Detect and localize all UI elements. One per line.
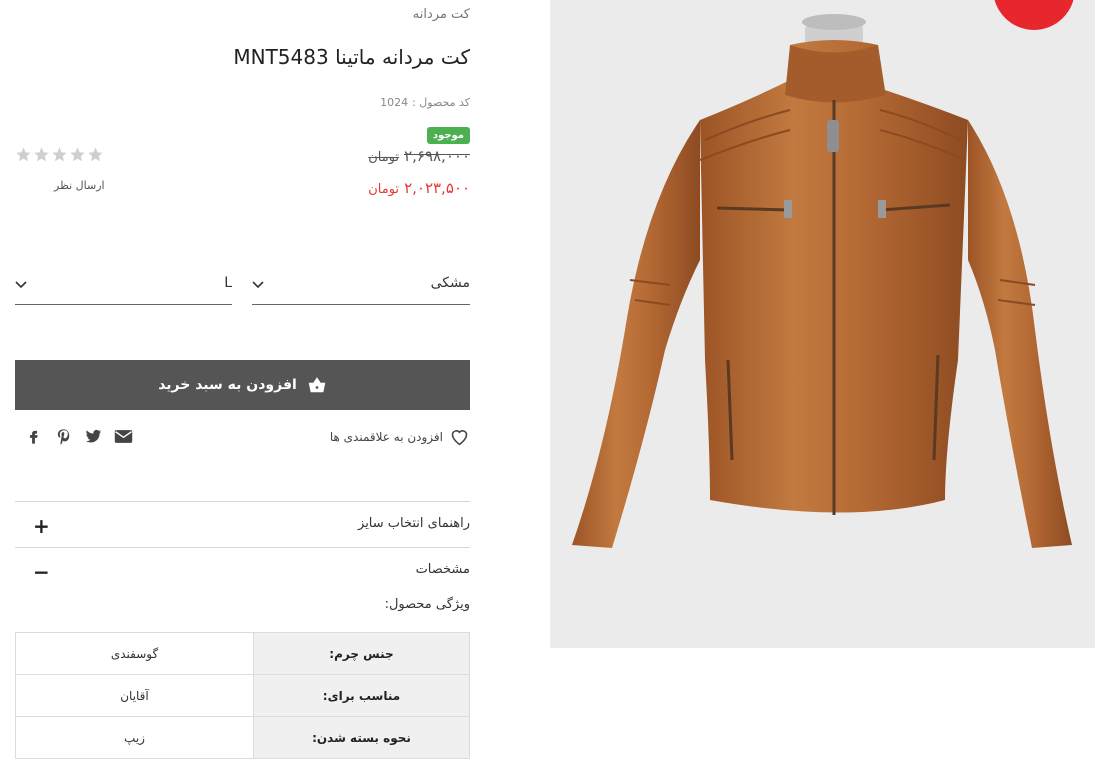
old-price: ۲,۶۹۸,۰۰۰ تومان xyxy=(368,147,470,165)
table-row: مناسب برای: آقایان xyxy=(15,674,470,717)
product-image[interactable] xyxy=(550,0,1095,648)
mail-icon[interactable] xyxy=(114,428,133,445)
size-guide-accordion[interactable]: راهنمای انتخاب سایز + xyxy=(15,501,470,547)
color-select-value: مشکی xyxy=(430,275,470,291)
chevron-down-icon xyxy=(15,281,27,289)
old-price-amount: ۲,۶۹۸,۰۰۰ xyxy=(404,147,470,165)
sku-value: 1024 xyxy=(380,96,409,109)
star-icon[interactable] xyxy=(15,146,32,163)
color-select[interactable]: مشکی xyxy=(252,268,470,305)
star-icon[interactable] xyxy=(69,146,86,163)
add-to-cart-label: افزودن به سبد خرید xyxy=(158,377,297,393)
sku-label: کد محصول : xyxy=(412,96,470,109)
share-icons xyxy=(24,428,133,445)
product-info: کت مردانه کت مردانه ماتینا MNT5483 کد مح… xyxy=(15,0,470,768)
wishlist-label: افزودن به علاقمندی ها xyxy=(329,429,443,444)
feature-key: جنس چرم: xyxy=(253,632,470,675)
new-price-amount: ۲,۰۲۳,۵۰۰ xyxy=(404,179,470,197)
add-to-cart-button[interactable]: افزودن به سبد خرید xyxy=(15,360,470,410)
features-table: جنس چرم: گوسفندی مناسب برای: آقایان نحوه… xyxy=(15,632,470,759)
rating-stars[interactable] xyxy=(15,146,104,163)
size-guide-label: راهنمای انتخاب سایز xyxy=(358,516,470,531)
submit-review-link[interactable]: ارسال نظر xyxy=(54,179,105,192)
minus-icon: − xyxy=(33,560,50,584)
feature-value: گوسفندی xyxy=(15,632,254,675)
facebook-icon[interactable] xyxy=(24,428,43,445)
specs-accordion[interactable]: مشخصات − xyxy=(15,547,470,593)
size-select-value: L xyxy=(224,275,232,291)
basket-icon xyxy=(308,377,326,393)
product-sku: کد محصول :1024 xyxy=(376,96,470,109)
category-link[interactable]: کت مردانه xyxy=(413,7,470,22)
old-price-currency: تومان xyxy=(368,150,400,165)
size-select[interactable]: L xyxy=(15,268,232,305)
new-price: ۲,۰۲۳,۵۰۰ تومان xyxy=(368,179,470,197)
twitter-icon[interactable] xyxy=(84,428,103,445)
stock-badge: موجود xyxy=(426,127,470,144)
table-row: جنس چرم: گوسفندی xyxy=(15,632,470,675)
chevron-down-icon xyxy=(252,281,264,289)
heart-icon xyxy=(451,430,468,446)
features-title: ویژگی محصول: xyxy=(384,597,470,612)
feature-value: زیپ xyxy=(15,716,254,759)
pinterest-icon[interactable] xyxy=(54,428,73,445)
plus-icon: + xyxy=(33,514,50,538)
new-price-currency: تومان xyxy=(368,182,400,197)
star-icon[interactable] xyxy=(87,146,104,163)
feature-key: نحوه بسته شدن: xyxy=(253,716,470,759)
add-to-wishlist[interactable]: افزودن به علاقمندی ها xyxy=(330,426,470,447)
jacket-image xyxy=(572,14,1072,548)
feature-key: مناسب برای: xyxy=(253,674,470,717)
star-icon[interactable] xyxy=(33,146,50,163)
star-icon[interactable] xyxy=(51,146,68,163)
table-row: نحوه بسته شدن: زیپ xyxy=(15,716,470,759)
product-title: کت مردانه ماتینا MNT5483 xyxy=(233,45,470,69)
feature-value: آقایان xyxy=(15,674,254,717)
specs-label: مشخصات xyxy=(415,562,470,577)
